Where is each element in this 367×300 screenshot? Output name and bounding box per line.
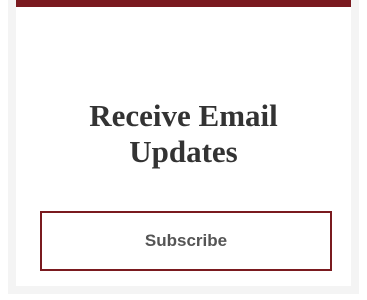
subscribe-button-label: Subscribe <box>144 231 228 250</box>
card-title-line-1: Receive Email <box>89 98 278 133</box>
card-title-line-2: Updates <box>129 134 238 169</box>
card-title: Receive Email Updates <box>16 98 351 170</box>
subscribe-button[interactable]: Subscribe <box>40 211 332 271</box>
